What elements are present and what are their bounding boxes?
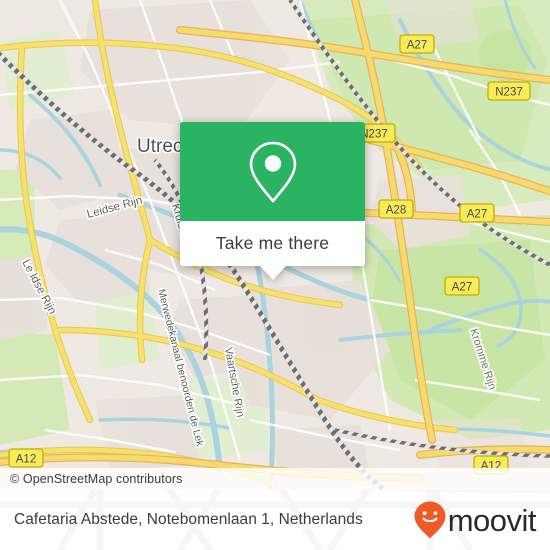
popup-icon-panel	[180, 122, 365, 221]
svg-text:A27: A27	[407, 40, 427, 52]
road-shield-a27-south: A27	[444, 276, 480, 296]
moovit-logo[interactable]: moovit	[413, 500, 537, 540]
popup-tail	[259, 266, 286, 280]
footer-bar: Cafetaria Abstede, Notebomenlaan 1, Neth…	[0, 490, 550, 550]
svg-text:A28: A28	[386, 205, 406, 217]
moovit-wordmark: moovit	[447, 502, 537, 538]
svg-text:A27: A27	[452, 282, 472, 294]
map-screenshot: Utrecht Leidse Rijn Le ldse Rijn Kruisva…	[0, 0, 550, 550]
road-shield-a27-north: A27	[399, 34, 435, 54]
popup-cta-label: Take me there	[215, 233, 330, 253]
svg-text:A12: A12	[16, 454, 36, 466]
road-shield-a27-east: A27	[459, 203, 495, 223]
map-pin-icon	[249, 141, 296, 203]
svg-text:A27: A27	[467, 209, 487, 221]
attribution-text: © OpenStreetMap contributors	[10, 472, 183, 486]
footer-address: Cafetaria Abstede, Notebomenlaan 1, Neth…	[14, 511, 363, 528]
location-popup[interactable]: Take me there	[180, 122, 365, 280]
map-attribution[interactable]: © OpenStreetMap contributors	[0, 468, 550, 490]
road-shield-a28: A28	[378, 199, 414, 219]
svg-text:N237: N237	[495, 87, 523, 99]
moovit-pin-smiley-icon	[414, 501, 446, 539]
popup-cta[interactable]: Take me there	[180, 221, 365, 266]
road-shield-a12-west: A12	[8, 448, 44, 468]
road-shield-n237-east: N237	[487, 81, 531, 101]
